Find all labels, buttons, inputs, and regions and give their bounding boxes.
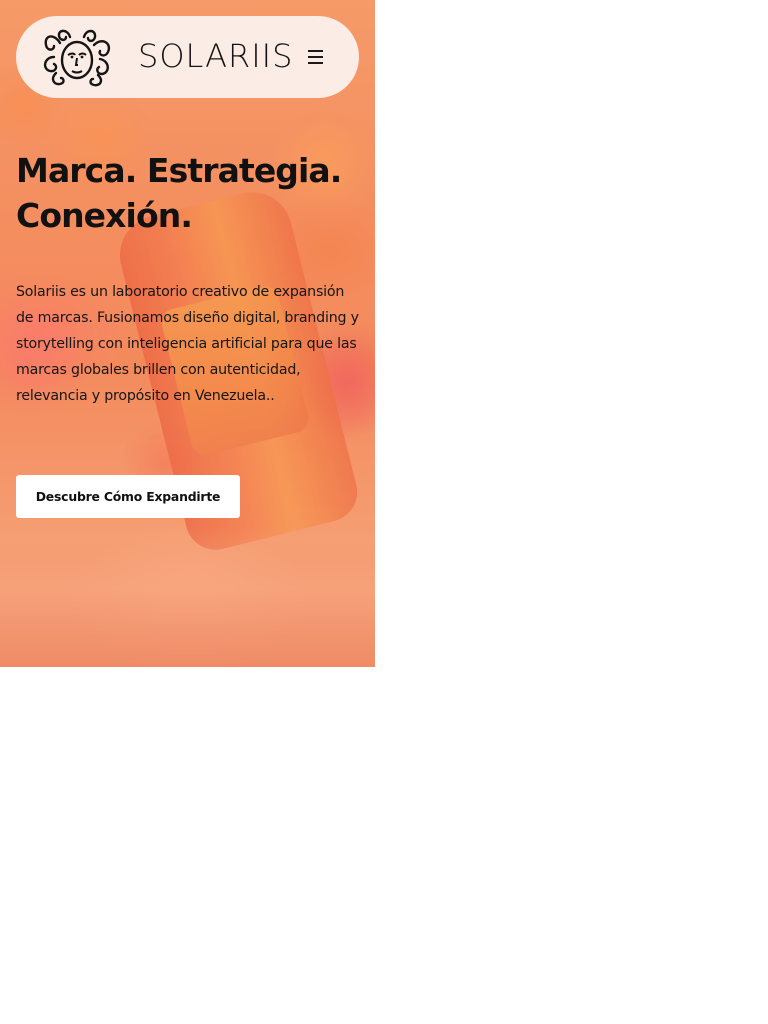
headline-line-1: Marca. Estrategia. <box>16 151 342 190</box>
hero-description: Solariis es un laboratorio creativo de e… <box>16 284 359 404</box>
hero-section: SOLARIIS Marca. Estrategia. Conexión. So… <box>0 0 375 667</box>
top-nav-bar: SOLARIIS <box>16 16 359 98</box>
brand-wordmark[interactable]: SOLARIIS <box>138 36 293 76</box>
hero-headline: Marca. Estrategia. Conexión. <box>16 148 361 238</box>
hamburger-menu-icon[interactable] <box>304 47 328 67</box>
headline-line-2: Conexión. <box>16 196 193 235</box>
menu-line <box>308 62 323 64</box>
discover-expansion-button[interactable]: Descubre Cómo Expandirte <box>16 475 240 518</box>
medusa-head-icon[interactable] <box>40 27 114 87</box>
menu-line <box>308 50 323 52</box>
menu-line <box>308 56 323 58</box>
